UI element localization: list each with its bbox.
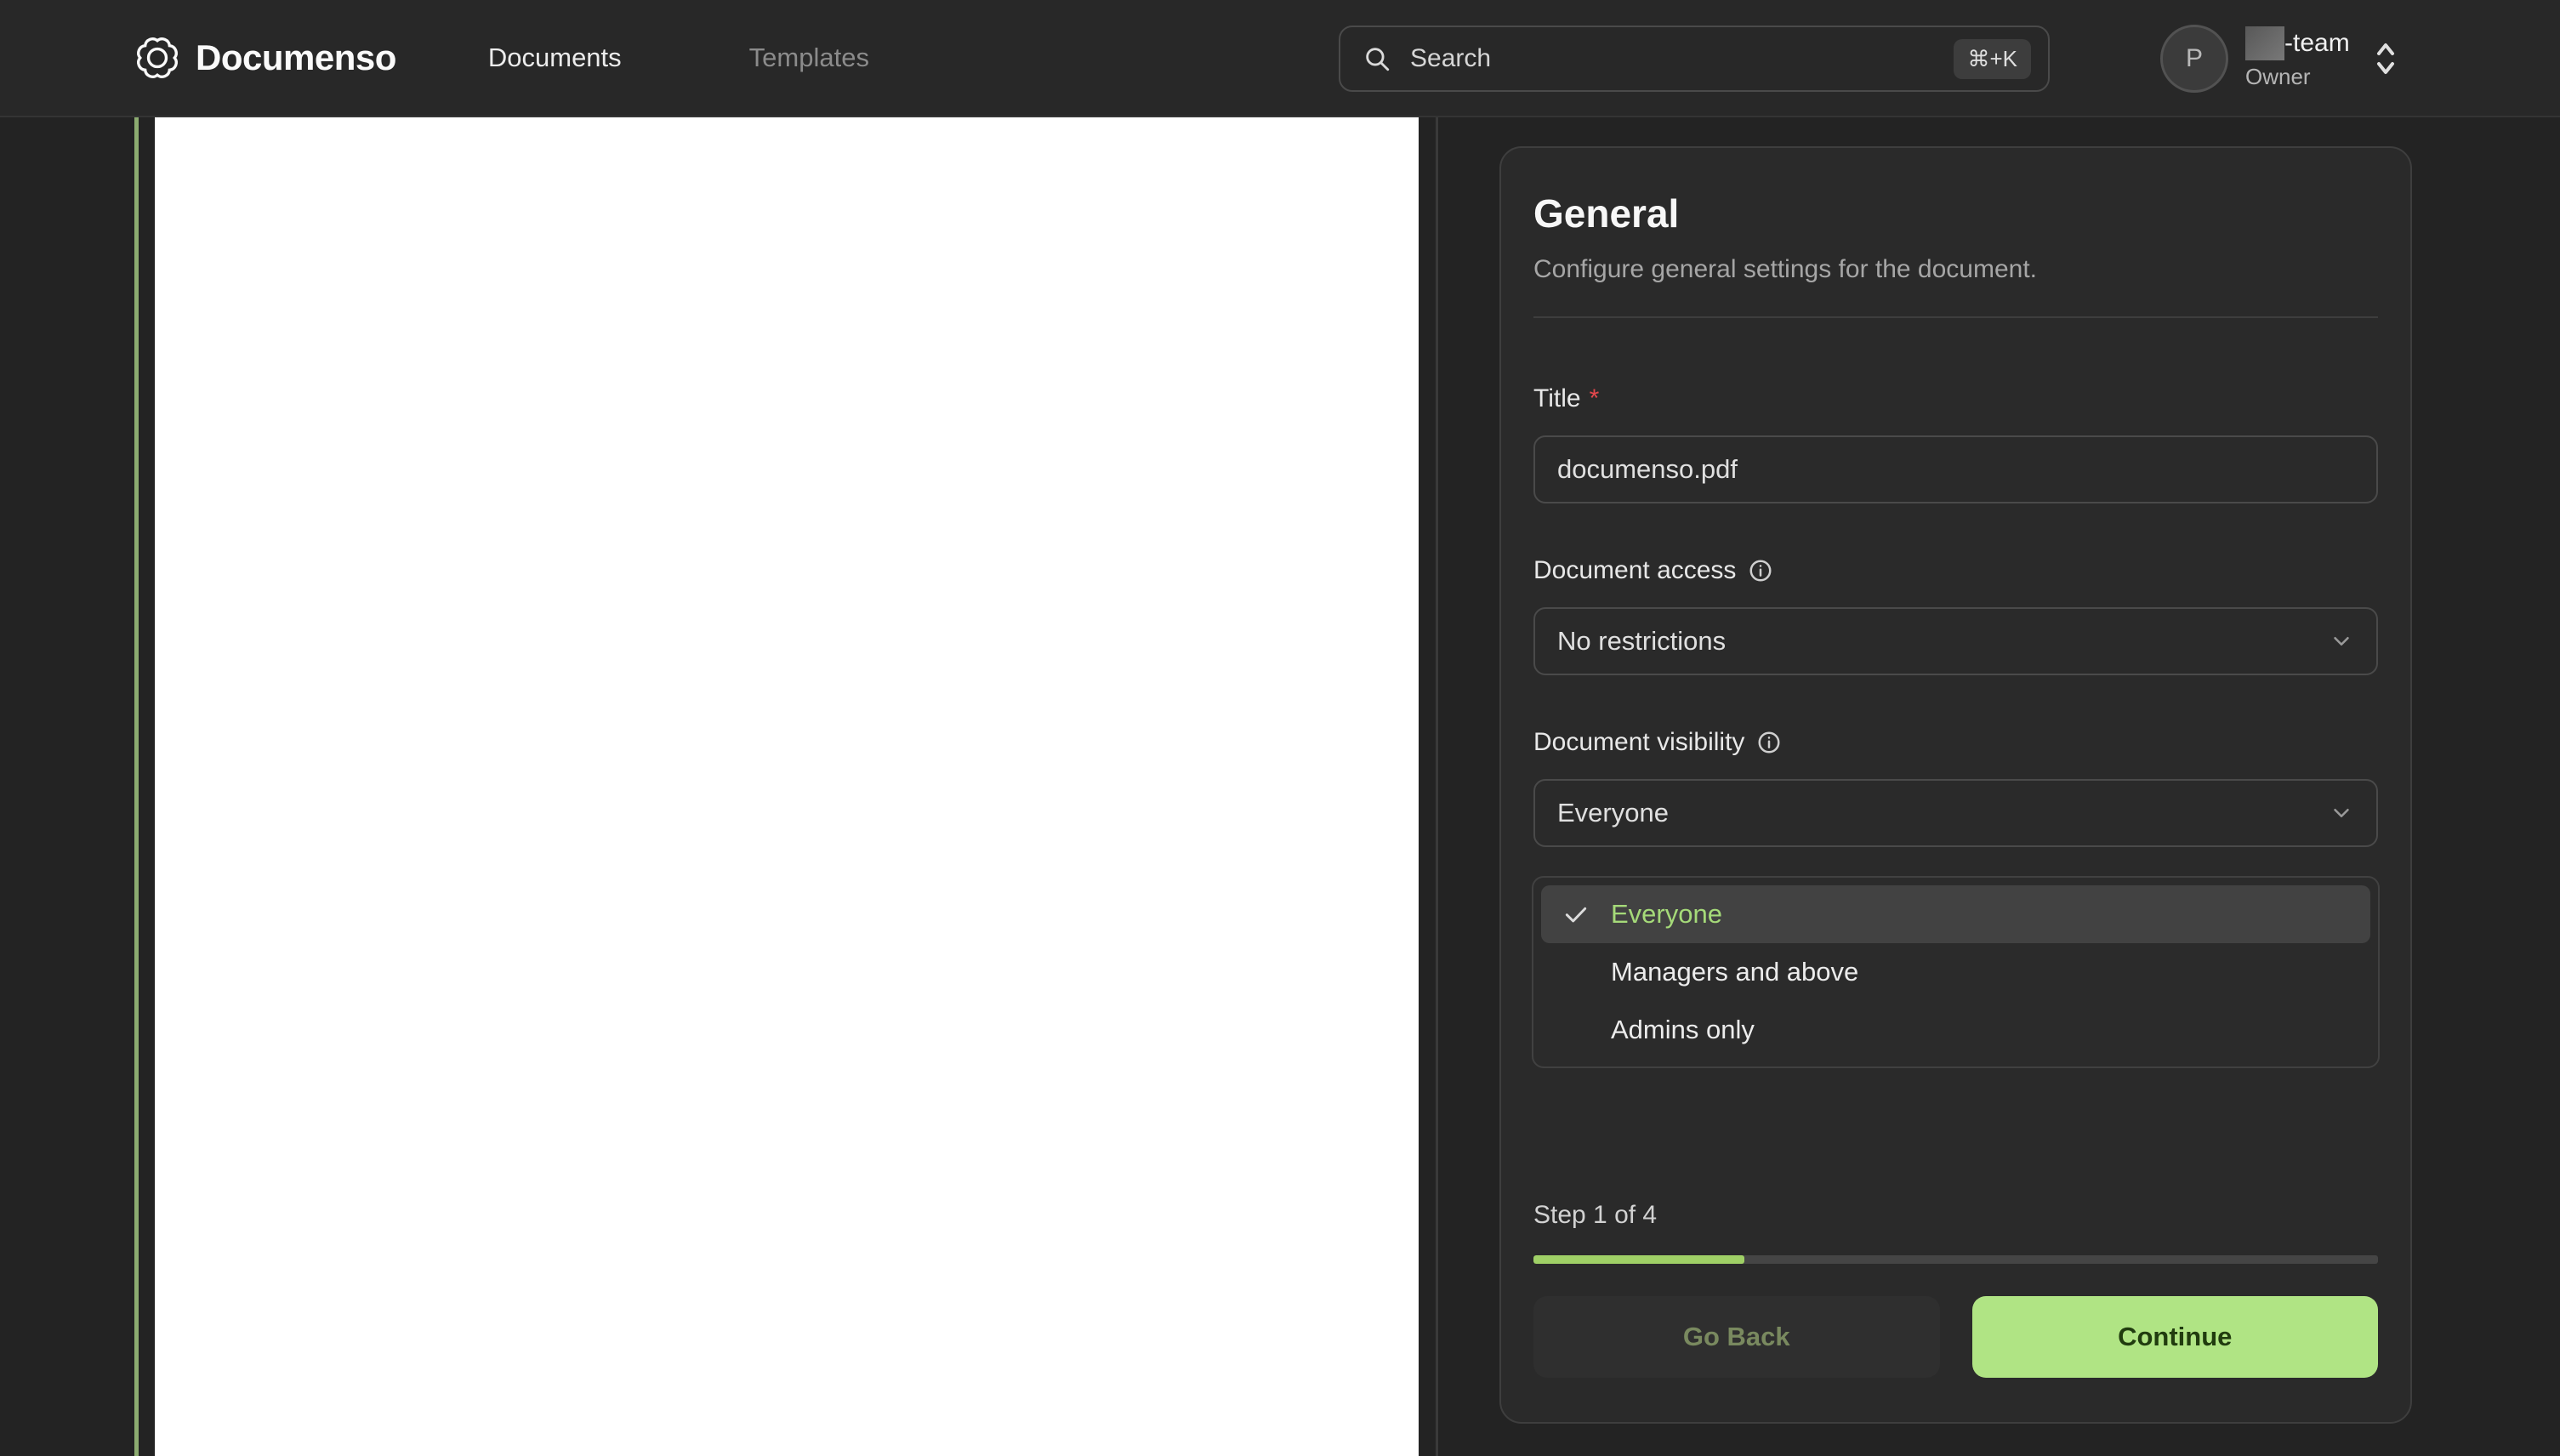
top-nav-bar: Documenso Documents Templates Search ⌘+K…	[0, 0, 2560, 117]
card-divider	[1533, 316, 2378, 318]
footer-buttons: Go Back Continue	[1533, 1296, 2378, 1378]
title-label-text: Title	[1533, 384, 1581, 412]
chevron-down-icon	[2329, 800, 2354, 826]
required-asterisk: *	[1589, 384, 1600, 412]
check-icon	[1541, 901, 1611, 928]
menu-option-admins-only[interactable]: Admins only	[1541, 1001, 2370, 1059]
nav-links: Documents Templates	[488, 43, 869, 73]
search-shortcut-badge: ⌘+K	[1954, 38, 2031, 79]
title-field-label: Title *	[1533, 384, 2378, 413]
menu-option-label: Everyone	[1611, 899, 1722, 929]
menu-option-managers-and-above[interactable]: Managers and above	[1541, 943, 2370, 1001]
menu-option-label: Managers and above	[1611, 957, 1859, 987]
documenso-logo-icon	[134, 35, 180, 81]
content-vertical-divider	[1436, 117, 1438, 1456]
general-settings-card: General Configure general settings for t…	[1499, 146, 2412, 1424]
menu-option-everyone[interactable]: Everyone	[1541, 885, 2370, 943]
document-visibility-label: Document visibility	[1533, 728, 2378, 757]
chevron-up-down-icon	[2372, 40, 2399, 77]
document-accent-line	[134, 117, 139, 1456]
document-visibility-select[interactable]: Everyone	[1533, 779, 2378, 847]
menu-option-label: Admins only	[1611, 1015, 1755, 1044]
nav-link-documents[interactable]: Documents	[488, 43, 622, 73]
continue-button[interactable]: Continue	[1971, 1296, 2378, 1378]
document-access-label: Document access	[1533, 556, 2378, 585]
profile-role: Owner	[2245, 64, 2311, 90]
profile-menu[interactable]: P -team Owner	[2160, 0, 2399, 117]
team-block: -team Owner	[2245, 26, 2350, 90]
step-progress-bar	[1533, 1255, 2378, 1264]
team-name-suffix: -team	[2284, 29, 2350, 58]
card-footer: Step 1 of 4 Go Back Continue	[1533, 1201, 2378, 1378]
document-visibility-value: Everyone	[1557, 798, 1669, 828]
team-name-redacted	[2245, 26, 2284, 61]
chevron-down-icon	[2329, 628, 2354, 654]
title-input-value: documenso.pdf	[1557, 454, 1738, 484]
avatar: P	[2160, 25, 2228, 93]
nav-link-templates[interactable]: Templates	[749, 43, 869, 73]
visibility-label-text: Document visibility	[1533, 728, 1745, 756]
document-access-select[interactable]: No restrictions	[1533, 607, 2378, 675]
go-back-button[interactable]: Go Back	[1533, 1296, 1940, 1378]
info-icon[interactable]	[1748, 558, 1773, 583]
avatar-initial: P	[2185, 44, 2203, 72]
progress-fill	[1533, 1255, 1745, 1264]
brand-name: Documenso	[196, 37, 396, 77]
info-icon[interactable]	[1756, 730, 1782, 755]
access-label-text: Document access	[1533, 556, 1737, 584]
search-placeholder: Search	[1410, 44, 1492, 72]
step-indicator: Step 1 of 4	[1533, 1201, 1658, 1229]
document-page-preview	[155, 117, 1419, 1456]
search-icon	[1362, 44, 1391, 73]
card-subtitle: Configure general settings for the docum…	[1533, 255, 2038, 283]
card-title: General	[1533, 191, 1680, 236]
brand[interactable]: Documenso	[134, 35, 396, 81]
search-input[interactable]: Search ⌘+K	[1339, 26, 2050, 92]
visibility-dropdown-menu: Everyone Managers and above Admins only	[1532, 876, 2380, 1068]
title-input[interactable]: documenso.pdf	[1533, 435, 2378, 503]
document-access-value: No restrictions	[1557, 626, 1727, 656]
